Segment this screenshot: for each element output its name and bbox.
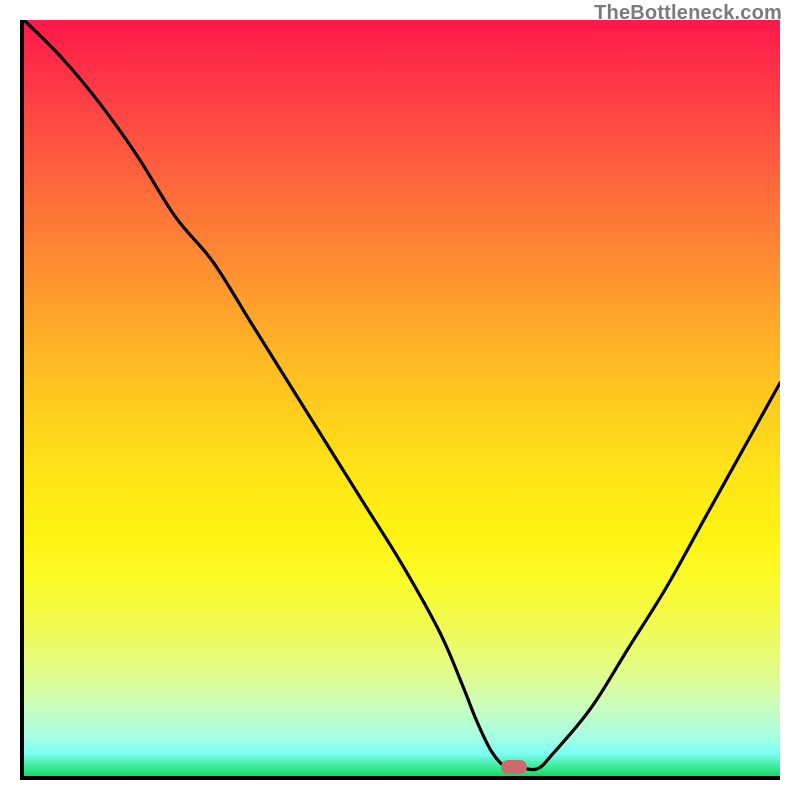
optimum-marker xyxy=(501,760,528,774)
plot-area xyxy=(20,20,780,780)
curve-layer xyxy=(24,20,780,776)
bottleneck-curve-path xyxy=(24,20,780,770)
bottleneck-chart: TheBottleneck.com xyxy=(0,0,800,800)
